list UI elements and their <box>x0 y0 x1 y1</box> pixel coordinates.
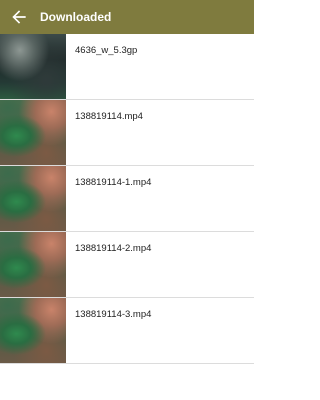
video-thumbnail <box>0 232 66 297</box>
list-item[interactable]: 138819114-3.mp4 <box>0 298 254 364</box>
file-name: 138819114-3.mp4 <box>75 309 152 320</box>
list-item[interactable]: 138819114-1.mp4 <box>0 166 254 232</box>
page-title: Downloaded <box>40 10 112 24</box>
empty-area <box>0 364 254 400</box>
file-name: 138819114.mp4 <box>75 111 143 122</box>
file-name: 138819114-2.mp4 <box>75 243 152 254</box>
video-thumbnail <box>0 34 66 99</box>
file-name: 4636_w_5.3gp <box>75 45 138 56</box>
list-item[interactable]: 138819114.mp4 <box>0 100 254 166</box>
video-thumbnail <box>0 166 66 231</box>
downloaded-file-list: 4636_w_5.3gp 138819114.mp4 138819114-1.m… <box>0 34 254 364</box>
list-item[interactable]: 138819114-2.mp4 <box>0 232 254 298</box>
video-thumbnail <box>0 100 66 165</box>
back-button[interactable] <box>2 0 36 34</box>
app-bar: Downloaded <box>0 0 254 34</box>
file-name: 138819114-1.mp4 <box>75 177 152 188</box>
video-thumbnail <box>0 298 66 363</box>
arrow-left-icon <box>12 10 26 24</box>
list-item[interactable]: 4636_w_5.3gp <box>0 34 254 100</box>
